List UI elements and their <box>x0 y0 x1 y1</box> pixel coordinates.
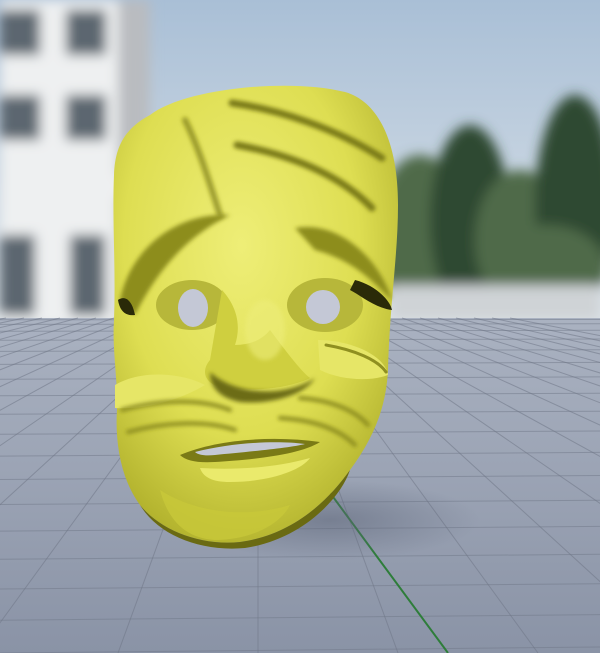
left-eye-hole <box>178 289 208 327</box>
viewport-scene <box>0 0 600 653</box>
right-eye-hole <box>306 290 340 324</box>
viewport-render <box>0 0 600 653</box>
